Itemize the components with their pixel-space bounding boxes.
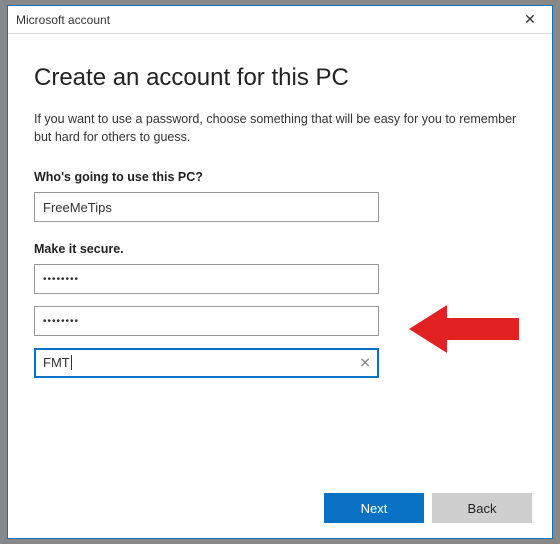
close-icon: ✕ (524, 11, 536, 28)
window-title: Microsoft account (16, 13, 508, 27)
hint-field-wrap: FMT ✕ (34, 348, 379, 378)
secure-label: Make it secure. (34, 242, 526, 256)
password-value: •••••••• (43, 274, 79, 285)
password-hint-input[interactable]: FMT (34, 348, 379, 378)
back-button[interactable]: Back (432, 493, 532, 523)
clear-hint-button[interactable]: ✕ (359, 355, 371, 372)
hint-value: FMT (43, 355, 72, 371)
close-button[interactable]: ✕ (508, 6, 552, 33)
username-label: Who's going to use this PC? (34, 170, 526, 184)
username-value: FreeMeTips (43, 200, 112, 215)
annotation-arrow-icon (409, 299, 529, 359)
close-icon: ✕ (359, 355, 371, 371)
next-button[interactable]: Next (324, 493, 424, 523)
page-description: If you want to use a password, choose so… (34, 110, 526, 146)
page-heading: Create an account for this PC (34, 64, 526, 92)
footer: Next Back (8, 478, 552, 538)
password-confirm-value: •••••••• (43, 316, 79, 327)
dialog-window: Microsoft account ✕ Create an account fo… (7, 5, 553, 539)
password-confirm-input[interactable]: •••••••• (34, 306, 379, 336)
content-area: Create an account for this PC If you wan… (8, 34, 552, 478)
password-input[interactable]: •••••••• (34, 264, 379, 294)
titlebar: Microsoft account ✕ (8, 6, 552, 34)
username-input[interactable]: FreeMeTips (34, 192, 379, 222)
